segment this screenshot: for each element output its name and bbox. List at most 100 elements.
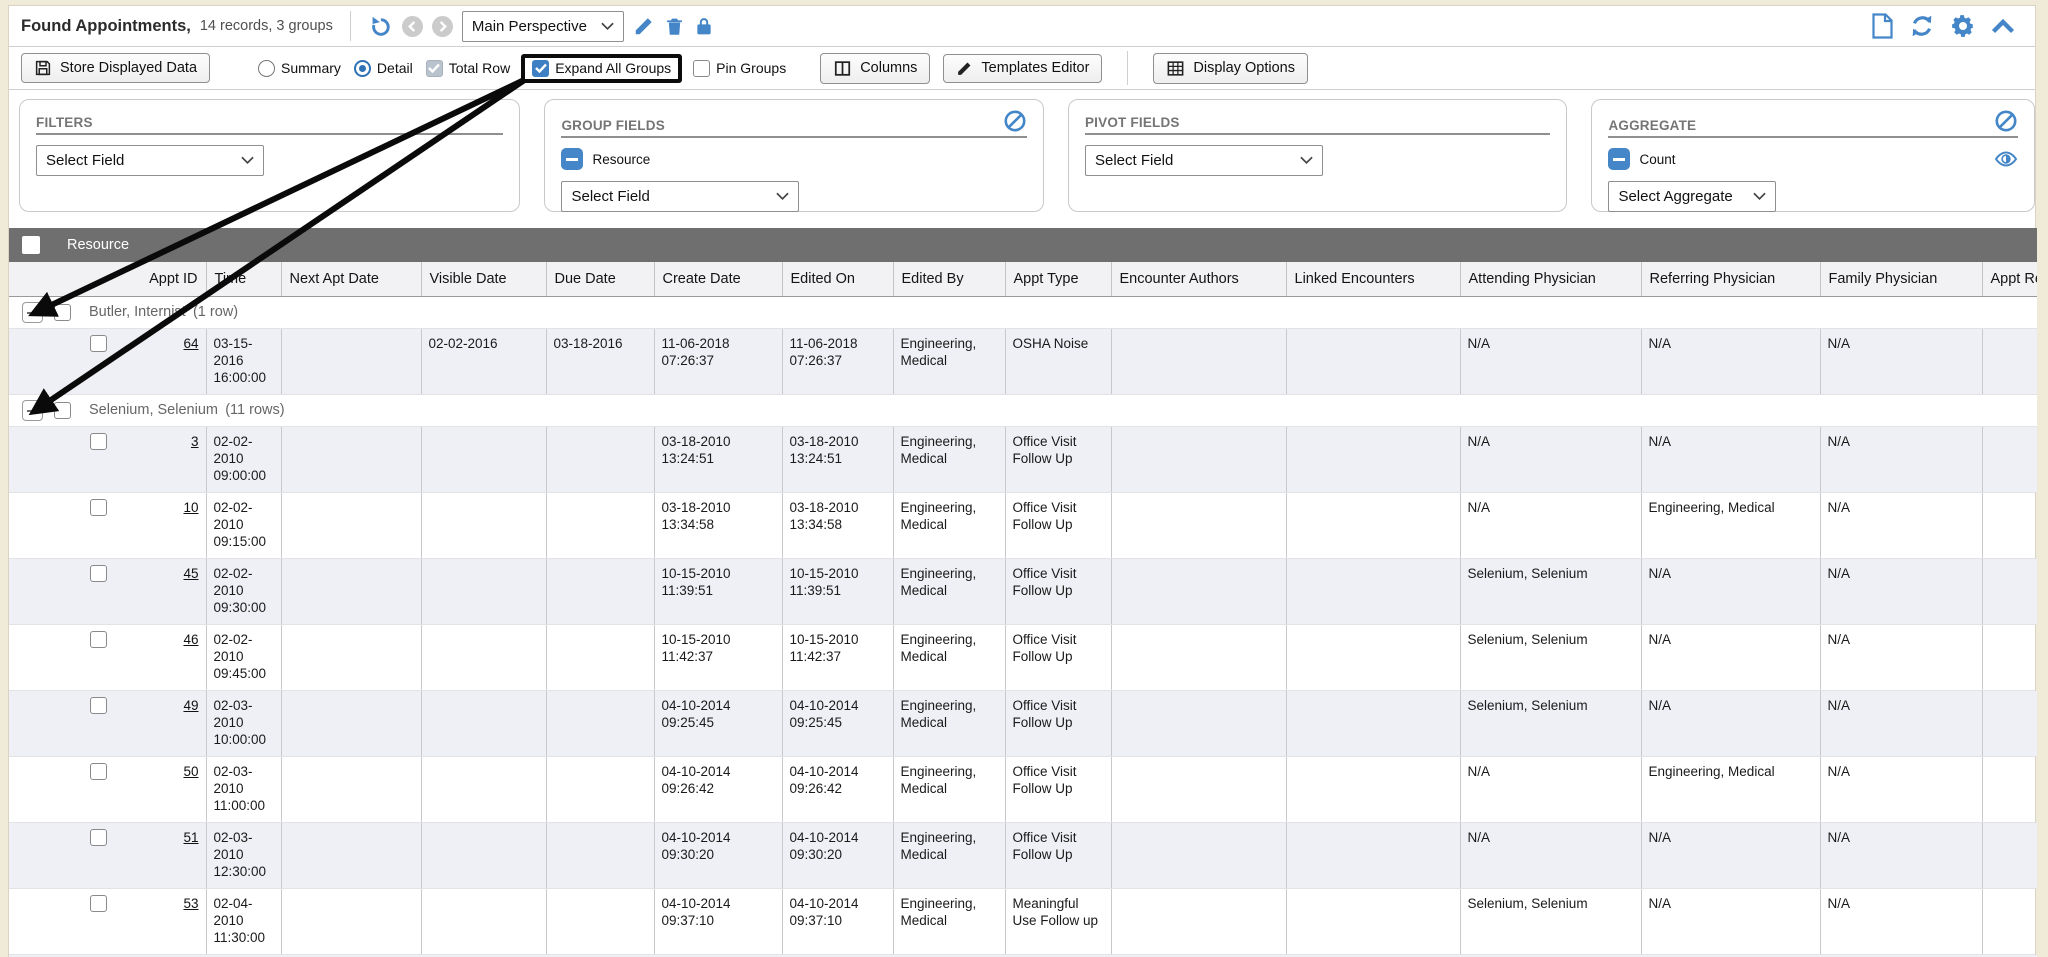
column-header-next-apt-date[interactable]: Next Apt Date bbox=[281, 262, 421, 296]
group-field-select[interactable]: Select Field bbox=[561, 181, 799, 212]
columns-button[interactable]: Columns bbox=[820, 53, 930, 84]
detail-radio[interactable]: Detail bbox=[354, 60, 413, 77]
column-header-appt-type[interactable]: Appt Type bbox=[1005, 262, 1111, 296]
refresh-button[interactable] bbox=[1909, 13, 1935, 39]
cell-referring-physician: N/A bbox=[1641, 558, 1820, 624]
undo-button[interactable] bbox=[368, 14, 393, 39]
display-options-button[interactable]: Display Options bbox=[1153, 53, 1308, 84]
edit-perspective-button[interactable] bbox=[633, 15, 655, 37]
column-header-due-date[interactable]: Due Date bbox=[546, 262, 654, 296]
remove-field-icon[interactable] bbox=[561, 148, 583, 170]
column-header-visible-date[interactable]: Visible Date bbox=[421, 262, 546, 296]
column-header-edited-on[interactable]: Edited On bbox=[782, 262, 893, 296]
filters-field-select[interactable]: Select Field bbox=[36, 145, 264, 176]
cell-referring-physician: N/A bbox=[1641, 690, 1820, 756]
column-header-edited-by[interactable]: Edited By bbox=[893, 262, 1005, 296]
main-panel: Found Appointments, 14 records, 3 groups… bbox=[8, 5, 2036, 957]
cell-attending-physician: N/A bbox=[1460, 756, 1641, 822]
group-collapse-toggle[interactable] bbox=[22, 302, 43, 323]
cell-appt-re bbox=[1982, 328, 2037, 394]
total-row-label: Total Row bbox=[449, 60, 510, 76]
select-all-checkbox[interactable] bbox=[22, 236, 40, 254]
delete-perspective-button[interactable] bbox=[664, 15, 685, 37]
row-checkbox[interactable] bbox=[90, 499, 107, 516]
column-header-time[interactable]: Time bbox=[206, 262, 281, 296]
group-label: Butler, Internist (1 row) bbox=[89, 304, 238, 320]
cell-appt-type: Office Visit Follow Up bbox=[1005, 426, 1111, 492]
appt-id-link[interactable]: 50 bbox=[183, 763, 198, 780]
cell-edited-on: 04-10-2014 09:26:42 bbox=[782, 756, 893, 822]
column-header-appt-id[interactable]: Appt ID bbox=[83, 262, 206, 296]
refresh-icon bbox=[1909, 13, 1935, 39]
cell-next-apt-date bbox=[281, 822, 421, 888]
column-header-linked-encounters[interactable]: Linked Encounters bbox=[1286, 262, 1460, 296]
column-header-encounter-authors[interactable]: Encounter Authors bbox=[1111, 262, 1286, 296]
cell-edited-by: Engineering, Medical bbox=[893, 558, 1005, 624]
row-checkbox[interactable] bbox=[90, 697, 107, 714]
cell-next-apt-date bbox=[281, 690, 421, 756]
visibility-eye-icon[interactable] bbox=[1994, 149, 2018, 169]
summary-radio[interactable]: Summary bbox=[258, 60, 341, 77]
cell-visible-date bbox=[421, 756, 546, 822]
appt-id-link[interactable]: 64 bbox=[183, 335, 198, 352]
appt-id-link[interactable]: 10 bbox=[183, 499, 198, 516]
cell-create-date: 04-10-2014 09:37:10 bbox=[654, 888, 782, 954]
cell-edited-on: 03-18-2010 13:24:51 bbox=[782, 426, 893, 492]
remove-field-icon[interactable] bbox=[1608, 148, 1630, 170]
lock-perspective-button[interactable] bbox=[694, 15, 714, 37]
table-row: 5002-03-2010 11:00:0004-10-2014 09:26:42… bbox=[9, 756, 2037, 822]
row-checkbox[interactable] bbox=[90, 895, 107, 912]
prev-button[interactable] bbox=[402, 16, 423, 37]
appt-id-link[interactable]: 45 bbox=[183, 565, 198, 582]
cell-edited-by: Engineering, Medical bbox=[893, 888, 1005, 954]
row-checkbox[interactable] bbox=[90, 631, 107, 648]
row-checkbox[interactable] bbox=[90, 829, 107, 846]
cell-visible-date bbox=[421, 624, 546, 690]
cell-family-physician: N/A bbox=[1820, 426, 1982, 492]
total-row-checkbox[interactable]: Total Row bbox=[426, 60, 510, 77]
expand-all-groups-checkbox[interactable]: Expand All Groups bbox=[532, 60, 671, 77]
row-checkbox[interactable] bbox=[90, 763, 107, 780]
appt-id-link[interactable]: 53 bbox=[183, 895, 198, 912]
templates-editor-button[interactable]: Templates Editor bbox=[943, 54, 1102, 83]
row-checkbox[interactable] bbox=[90, 565, 107, 582]
pivot-field-select[interactable]: Select Field bbox=[1085, 145, 1323, 176]
appt-id-link[interactable]: 49 bbox=[183, 697, 198, 714]
store-displayed-data-button[interactable]: Store Displayed Data bbox=[21, 53, 210, 83]
column-header-attending-physician[interactable]: Attending Physician bbox=[1460, 262, 1641, 296]
cell-edited-on: 04-10-2014 09:25:45 bbox=[782, 690, 893, 756]
cell-create-date: 03-18-2010 13:24:51 bbox=[654, 426, 782, 492]
pin-groups-checkbox[interactable]: Pin Groups bbox=[693, 60, 786, 77]
appt-id-link[interactable]: 3 bbox=[191, 433, 199, 450]
appt-id-link[interactable]: 46 bbox=[183, 631, 198, 648]
detail-label: Detail bbox=[377, 60, 413, 76]
clear-aggregate-icon[interactable] bbox=[1994, 109, 2018, 133]
cell-next-apt-date bbox=[281, 492, 421, 558]
table-grid-icon bbox=[1166, 59, 1185, 78]
cell-attending-physician: Selenium, Selenium bbox=[1460, 690, 1641, 756]
cell-family-physician: N/A bbox=[1820, 624, 1982, 690]
chevron-down-icon bbox=[1300, 156, 1313, 165]
cell-referring-physician: N/A bbox=[1641, 328, 1820, 394]
group-checkbox[interactable] bbox=[54, 304, 71, 321]
group-checkbox[interactable] bbox=[54, 402, 71, 419]
column-header-family-physician[interactable]: Family Physician bbox=[1820, 262, 1982, 296]
group-collapse-toggle[interactable] bbox=[22, 400, 43, 421]
cell-create-date: 03-18-2010 13:34:58 bbox=[654, 492, 782, 558]
column-header-referring-physician[interactable]: Referring Physician bbox=[1641, 262, 1820, 296]
next-button[interactable] bbox=[432, 16, 453, 37]
appt-id-link[interactable]: 51 bbox=[183, 829, 198, 846]
perspective-select-value: Main Perspective bbox=[472, 18, 587, 35]
cell-due-date bbox=[546, 426, 654, 492]
settings-button[interactable] bbox=[1950, 13, 1976, 39]
aggregate-select[interactable]: Select Aggregate bbox=[1608, 181, 1776, 212]
row-checkbox[interactable] bbox=[90, 335, 107, 352]
row-checkbox[interactable] bbox=[90, 433, 107, 450]
column-header-appt-re[interactable]: Appt Re bbox=[1982, 262, 2037, 296]
column-header-create-date[interactable]: Create Date bbox=[654, 262, 782, 296]
perspective-select[interactable]: Main Perspective bbox=[462, 11, 624, 42]
collapse-panel-button[interactable] bbox=[1991, 17, 2015, 35]
cell-encounter-authors bbox=[1111, 822, 1286, 888]
clear-group-fields-icon[interactable] bbox=[1003, 109, 1027, 133]
new-document-button[interactable] bbox=[1871, 13, 1894, 39]
